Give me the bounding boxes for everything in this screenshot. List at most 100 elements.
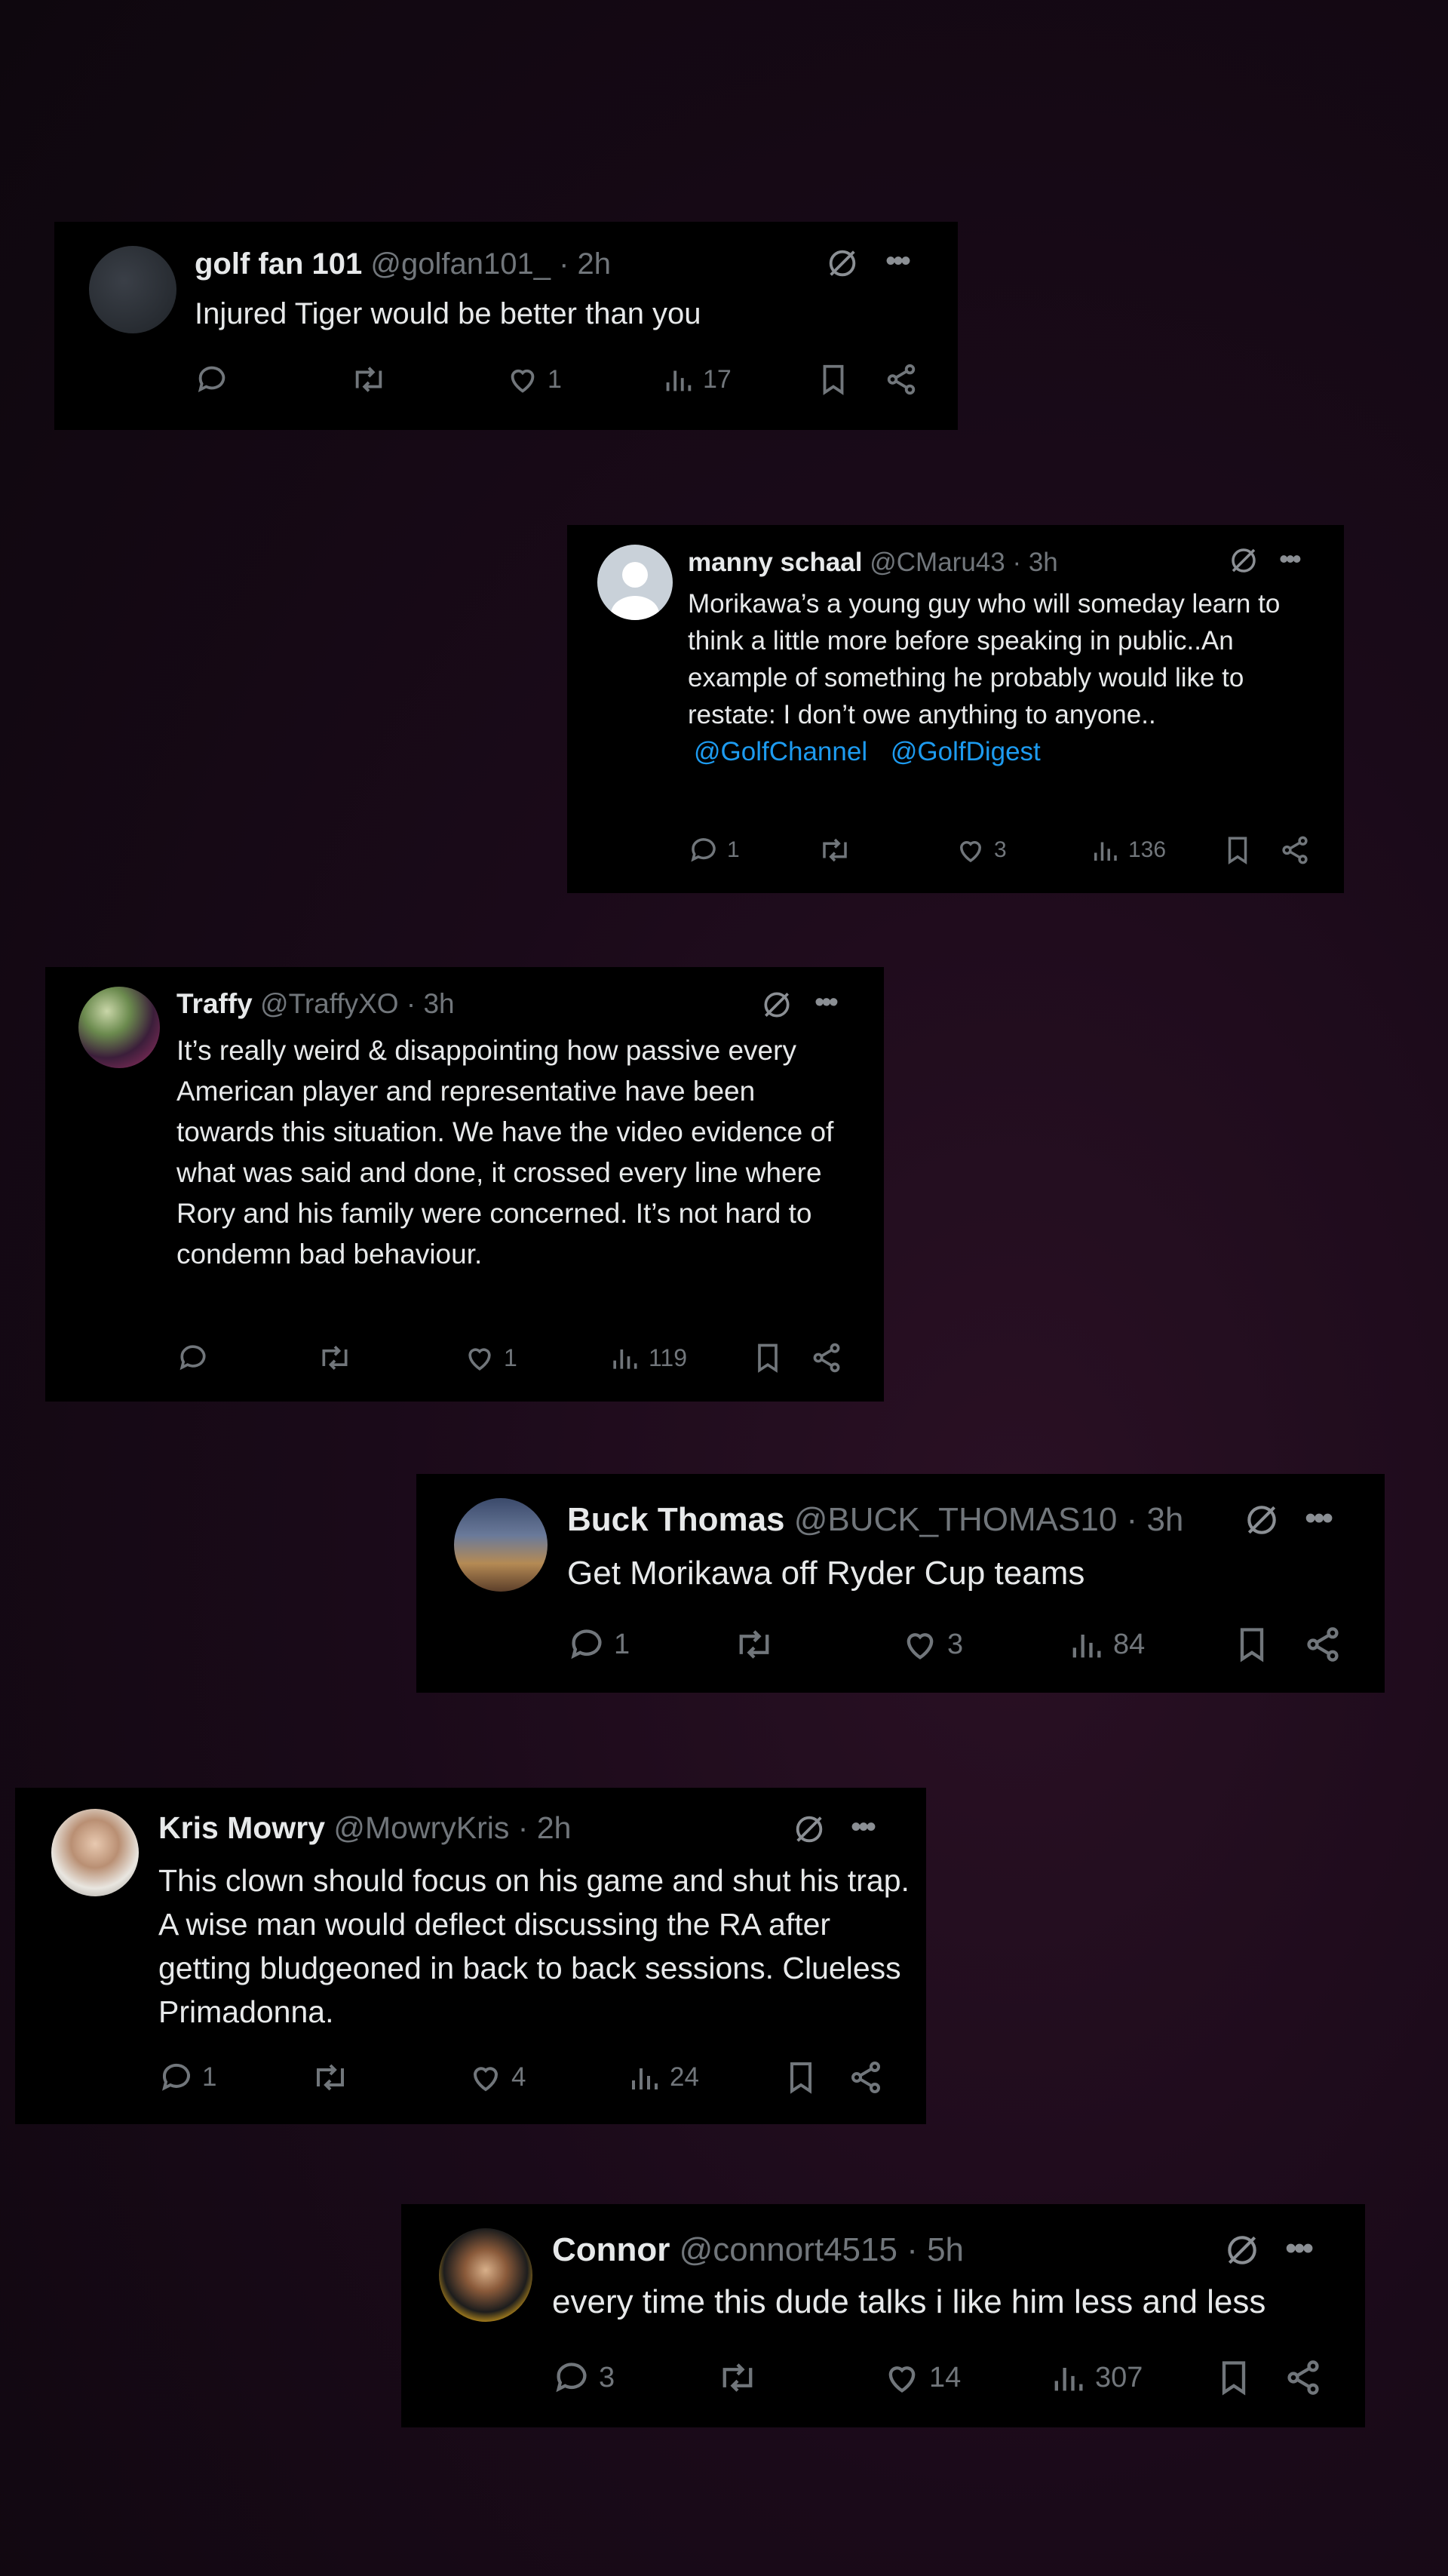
avatar[interactable] xyxy=(439,2228,532,2322)
like-button[interactable]: 14 xyxy=(882,2358,961,2397)
author-handle[interactable]: @MowryKris xyxy=(333,1810,509,1845)
more-options-icon[interactable]: ••• xyxy=(814,987,839,1019)
views-button[interactable]: 24 xyxy=(626,2059,699,2095)
tweet-card[interactable]: Kris Mowry @MowryKris · 2h ••• This clow… xyxy=(15,1788,926,2124)
avatar[interactable] xyxy=(78,987,160,1068)
reply-button[interactable]: 3 xyxy=(552,2358,615,2397)
author-name[interactable]: Connor xyxy=(552,2231,670,2268)
views-count: 24 xyxy=(670,2062,699,2092)
retweet-icon xyxy=(739,1630,769,1659)
timestamp[interactable]: 3h xyxy=(423,988,454,1019)
more-options-icon[interactable]: ••• xyxy=(1305,1500,1333,1537)
mention-link[interactable]: @GolfChannel xyxy=(694,737,867,766)
grok-icon[interactable] xyxy=(825,246,860,284)
more-options-icon[interactable]: ••• xyxy=(885,244,911,278)
reply-icon xyxy=(691,838,716,862)
share-button[interactable] xyxy=(1279,834,1311,866)
reply-button[interactable] xyxy=(195,362,237,397)
author-handle[interactable]: @BUCK_THOMAS10 xyxy=(794,1501,1118,1538)
reply-count: 1 xyxy=(202,2062,217,2092)
bookmark-button[interactable] xyxy=(783,2059,819,2095)
like-button[interactable]: 3 xyxy=(900,1625,963,1664)
more-options-icon[interactable]: ••• xyxy=(1285,2230,1314,2267)
reply-icon xyxy=(162,2063,190,2091)
grok-icon[interactable] xyxy=(1228,545,1259,580)
author-name[interactable]: manny schaal xyxy=(688,548,863,577)
grok-icon[interactable] xyxy=(792,1812,827,1850)
tweet-card[interactable]: golf fan 101 @golfan101_ · 2h ••• Injure… xyxy=(54,222,958,430)
author-handle[interactable]: @connort4515 xyxy=(680,2231,897,2268)
like-button[interactable]: 1 xyxy=(505,362,562,397)
views-button[interactable]: 17 xyxy=(661,362,732,397)
bookmark-icon xyxy=(1240,1628,1264,1663)
share-button[interactable] xyxy=(1284,2358,1323,2397)
like-icon xyxy=(959,841,982,863)
avatar[interactable] xyxy=(597,545,673,620)
author-name[interactable]: golf fan 101 xyxy=(195,247,362,281)
author-name[interactable]: Kris Mowry xyxy=(158,1810,325,1845)
author-handle[interactable]: @TraffyXO xyxy=(260,988,399,1019)
share-button[interactable] xyxy=(848,2059,884,2095)
retweet-button[interactable] xyxy=(350,362,388,397)
views-button[interactable]: 307 xyxy=(1048,2358,1143,2397)
share-icon xyxy=(851,2062,880,2093)
author-name[interactable]: Buck Thomas xyxy=(567,1501,785,1538)
retweet-button[interactable] xyxy=(716,2358,759,2397)
reply-button[interactable]: 1 xyxy=(567,1625,630,1664)
more-options-icon[interactable]: ••• xyxy=(1279,543,1302,575)
author-name[interactable]: Traffy xyxy=(176,988,253,1019)
share-icon xyxy=(1282,836,1308,864)
share-button[interactable] xyxy=(1303,1625,1342,1664)
tweet-card[interactable]: Traffy @TraffyXO · 3h ••• It’s really we… xyxy=(45,967,884,1402)
views-icon xyxy=(632,2068,658,2089)
tweet-card[interactable]: Connor @connort4515 · 5h ••• every time … xyxy=(401,2204,1365,2427)
timestamp[interactable]: 2h xyxy=(578,247,612,281)
timestamp[interactable]: 3h xyxy=(1146,1501,1183,1538)
avatar[interactable] xyxy=(51,1809,139,1896)
tweet-card[interactable]: Buck Thomas @BUCK_THOMAS10 · 3h ••• Get … xyxy=(416,1474,1385,1693)
tweet-text: every time this dude talks i like him le… xyxy=(552,2283,1266,2320)
like-button[interactable]: 1 xyxy=(463,1341,517,1374)
bookmark-button[interactable] xyxy=(1232,1625,1272,1664)
retweet-button[interactable] xyxy=(818,834,852,866)
reply-button[interactable]: 1 xyxy=(688,834,740,866)
retweet-button[interactable] xyxy=(317,1341,353,1374)
like-icon xyxy=(473,2067,499,2092)
reply-count: 1 xyxy=(614,1628,630,1660)
share-button[interactable] xyxy=(884,362,919,397)
grok-icon[interactable] xyxy=(1243,1501,1281,1543)
bookmark-button[interactable] xyxy=(1222,834,1253,866)
avatar[interactable] xyxy=(89,246,176,333)
reply-button[interactable] xyxy=(176,1341,217,1374)
bookmark-button[interactable] xyxy=(751,1341,784,1374)
author-handle[interactable]: @golfan101_ xyxy=(370,247,551,281)
like-button[interactable]: 4 xyxy=(468,2059,526,2095)
timestamp[interactable]: 5h xyxy=(927,2231,964,2268)
timestamp[interactable]: 2h xyxy=(537,1810,572,1845)
share-icon xyxy=(813,1343,840,1373)
retweet-button[interactable] xyxy=(311,2059,350,2095)
timestamp[interactable]: 3h xyxy=(1029,548,1058,577)
more-options-icon[interactable]: ••• xyxy=(851,1810,876,1844)
share-button[interactable] xyxy=(810,1341,843,1374)
share-icon xyxy=(1287,2360,1319,2395)
views-button[interactable]: 136 xyxy=(1089,834,1166,866)
bookmark-button[interactable] xyxy=(1214,2358,1253,2397)
reply-button[interactable]: 1 xyxy=(158,2059,216,2095)
views-button[interactable]: 84 xyxy=(1066,1625,1145,1664)
like-icon xyxy=(511,369,535,393)
views-button[interactable]: 119 xyxy=(608,1341,687,1374)
retweet-button[interactable] xyxy=(733,1625,775,1664)
author-handle[interactable]: @CMaru43 xyxy=(870,548,1005,577)
retweet-icon xyxy=(322,1346,348,1370)
views-count: 307 xyxy=(1095,2361,1143,2393)
mention-link[interactable]: @GolfDigest xyxy=(891,737,1041,766)
avatar[interactable] xyxy=(454,1498,548,1592)
grok-icon[interactable] xyxy=(760,988,793,1025)
like-button[interactable]: 3 xyxy=(955,834,1007,866)
bookmark-button[interactable] xyxy=(816,362,851,397)
tweet-card[interactable]: manny schaal @CMaru43 · 3h ••• Morikawa’… xyxy=(567,525,1344,893)
reply-icon xyxy=(198,366,225,392)
grok-icon[interactable] xyxy=(1223,2231,1261,2273)
views-icon xyxy=(1072,1635,1101,1658)
